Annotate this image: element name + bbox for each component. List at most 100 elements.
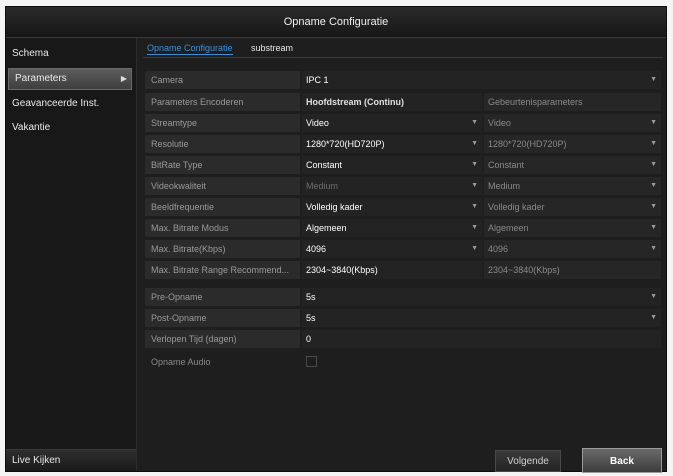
video-quality-label: Videokwaliteit [145, 177, 300, 195]
table-row: BitRate Type Constant ▼ Constant ▼ [145, 156, 661, 176]
record-audio-label: Opname Audio [151, 357, 211, 367]
max-bitrate-mode-main-select[interactable]: Algemeen ▼ [302, 219, 482, 237]
next-button[interactable]: Volgende [495, 450, 561, 472]
resolution-main-select[interactable]: 1280*720(HD720P) ▼ [302, 135, 482, 153]
sidebar-item-parameters[interactable]: Parameters ▶ [8, 68, 132, 90]
sidebar: Schema Parameters ▶ Geavanceerde Inst. V… [6, 38, 137, 471]
max-bitrate-mode-label: Max. Bitrate Modus [145, 219, 300, 237]
sidebar-item-label: Parameters [15, 73, 67, 84]
select-value: Volledig kader [488, 202, 545, 212]
bitrate-type-label: BitRate Type [145, 156, 300, 174]
post-record-select[interactable]: 5s ▼ [302, 309, 661, 327]
dropdown-arrow-icon: ▼ [471, 203, 478, 210]
bitrate-type-event-select[interactable]: Constant ▼ [484, 156, 661, 174]
resolution-label: Resolutie [145, 135, 300, 153]
dropdown-arrow-icon: ▼ [650, 76, 657, 83]
select-value: Constant [488, 160, 525, 170]
dropdown-arrow-icon: ▼ [650, 224, 657, 231]
dropdown-arrow-icon: ▼ [650, 119, 657, 126]
dropdown-arrow-icon: ▼ [650, 203, 657, 210]
dropdown-arrow-icon: ▼ [650, 161, 657, 168]
select-value: Algemeen [306, 223, 347, 233]
record-audio-row: Opname Audio [145, 353, 661, 373]
table-row: Max. Bitrate(Kbps) 4096 ▼ 4096 ▼ [145, 240, 661, 260]
select-value: Medium [306, 181, 339, 191]
select-value: 5s [306, 292, 316, 302]
recording-config-window: Opname Configuratie Schema Parameters ▶ … [5, 6, 667, 473]
select-value: 1280*720(HD720P) [306, 139, 385, 149]
table-row: Resolutie 1280*720(HD720P) ▼ 1280*720(HD7… [145, 135, 661, 155]
table-row: Videokwaliteit Medium ▼ Medium ▼ [145, 177, 661, 197]
bitrate-range-event-value: 2304~3840(Kbps) [484, 261, 661, 279]
table-row: Max. Bitrate Modus Algemeen ▼ Algemeen ▼ [145, 219, 661, 239]
encoding-header-row: Parameters Encoderen Hoofdstream (Contin… [145, 93, 661, 113]
dropdown-arrow-icon: ▼ [471, 119, 478, 126]
sidebar-item-label: Schema [12, 48, 49, 59]
camera-row: Camera IPC 1 ▼ [145, 71, 661, 91]
stream-type-event-select[interactable]: Video ▼ [484, 114, 661, 132]
max-bitrate-label: Max. Bitrate(Kbps) [145, 240, 300, 258]
window-title: Opname Configuratie [6, 7, 666, 38]
max-bitrate-main-select[interactable]: 4096 ▼ [302, 240, 482, 258]
table-row: Streamtype Video ▼ Video ▼ [145, 114, 661, 134]
select-value: Video [488, 118, 511, 128]
stream-type-label: Streamtype [145, 114, 300, 132]
select-value: 1280*720(HD720P) [488, 139, 567, 149]
video-quality-event-select[interactable]: Medium ▼ [484, 177, 661, 195]
back-button[interactable]: Back [582, 448, 662, 473]
max-bitrate-mode-event-select[interactable]: Algemeen ▼ [484, 219, 661, 237]
select-value: Video [306, 118, 329, 128]
dropdown-arrow-icon: ▼ [650, 182, 657, 189]
tab-bar: Opname Configuratie substream [143, 41, 663, 58]
dropdown-arrow-icon: ▼ [471, 245, 478, 252]
select-value: 4096 [488, 244, 509, 254]
frame-rate-label: Beeldfrequentie [145, 198, 300, 216]
table-row: Max. Bitrate Range Recommend... 2304~384… [145, 261, 661, 281]
camera-value: IPC 1 [306, 75, 329, 85]
select-value: Medium [488, 181, 521, 191]
dropdown-arrow-icon: ▼ [650, 293, 657, 300]
select-value: 4096 [306, 244, 327, 254]
select-value: 5s [306, 313, 316, 323]
pre-record-row: Pre-Opname 5s ▼ [145, 288, 661, 308]
post-record-row: Post-Opname 5s ▼ [145, 309, 661, 329]
select-value: Constant [306, 160, 343, 170]
bitrate-range-label: Max. Bitrate Range Recommend... [145, 261, 300, 279]
dropdown-arrow-icon: ▼ [650, 140, 657, 147]
dropdown-arrow-icon: ▼ [471, 224, 478, 231]
stream-type-main-select[interactable]: Video ▼ [302, 114, 482, 132]
tab-recording-config[interactable]: Opname Configuratie [147, 43, 233, 55]
event-params-header: Gebeurtenisparameters [484, 93, 661, 111]
dropdown-arrow-icon: ▼ [650, 314, 657, 321]
camera-select[interactable]: IPC 1 ▼ [302, 71, 661, 89]
resolution-event-select[interactable]: 1280*720(HD720P) ▼ [484, 135, 661, 153]
bitrate-type-main-select[interactable]: Constant ▼ [302, 156, 482, 174]
post-record-label: Post-Opname [145, 309, 300, 327]
main-content: Opname Configuratie substream Camera IPC… [143, 41, 663, 367]
camera-label: Camera [145, 71, 300, 89]
tab-substream[interactable]: substream [251, 43, 293, 53]
sidebar-item-label: Geavanceerde Inst. [12, 98, 100, 109]
sidebar-item-advanced[interactable]: Geavanceerde Inst. [6, 92, 136, 116]
pre-record-select[interactable]: 5s ▼ [302, 288, 661, 306]
video-quality-main-select: Medium ▼ [302, 177, 482, 195]
sidebar-item-holiday[interactable]: Vakantie [6, 116, 136, 140]
main-stream-header: Hoofdstream (Continu) [302, 93, 482, 111]
sidebar-item-label: Vakantie [12, 122, 51, 133]
dropdown-arrow-icon: ▼ [471, 182, 478, 189]
pre-record-label: Pre-Opname [145, 288, 300, 306]
chevron-right-icon: ▶ [120, 74, 127, 83]
bitrate-range-main-value: 2304~3840(Kbps) [302, 261, 482, 279]
select-value: Volledig kader [306, 202, 363, 212]
expired-time-label: Verlopen Tijd (dagen) [145, 330, 300, 348]
frame-rate-main-select[interactable]: Volledig kader ▼ [302, 198, 482, 216]
dropdown-arrow-icon: ▼ [471, 140, 478, 147]
encoding-params-label: Parameters Encoderen [145, 93, 300, 111]
record-audio-checkbox[interactable] [306, 356, 317, 367]
dropdown-arrow-icon: ▼ [650, 245, 657, 252]
frame-rate-event-select[interactable]: Volledig kader ▼ [484, 198, 661, 216]
sidebar-item-schema[interactable]: Schema [6, 42, 136, 66]
live-view-button[interactable]: Live Kijken [6, 449, 136, 471]
expired-time-input[interactable]: 0 [302, 330, 661, 348]
max-bitrate-event-select[interactable]: 4096 ▼ [484, 240, 661, 258]
